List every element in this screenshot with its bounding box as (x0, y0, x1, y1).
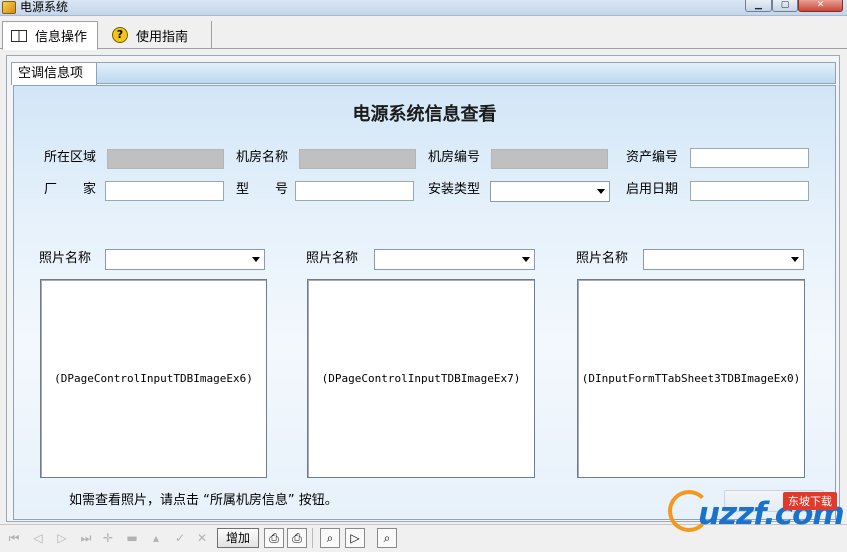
tab-label: 使用指南 (136, 29, 189, 45)
tab-label: 信息操作 (35, 30, 88, 45)
photo-name-select-3[interactable] (643, 249, 804, 270)
close-icon: ✕ (816, 0, 825, 10)
install-type-select[interactable] (490, 181, 610, 202)
post-record-icon[interactable]: ✓ (172, 531, 188, 545)
search-icon[interactable]: ⌕ (377, 528, 397, 548)
next-record-icon[interactable]: ▷ (54, 531, 70, 545)
close-button[interactable]: ✕ (798, 0, 843, 12)
preview-icon[interactable]: ⌕ (320, 528, 340, 548)
asset-number-label: 资产编号 (626, 150, 679, 165)
chevron-down-icon (791, 257, 799, 262)
room-number-field[interactable] (491, 149, 608, 169)
logo-badge: 东坡下载 (783, 492, 837, 510)
play-icon[interactable]: ▷ (345, 528, 365, 548)
photo-name-label-1: 照片名称 (39, 251, 92, 266)
title-bar: 电源系统 ▁ ▢ ✕ (0, 0, 847, 16)
tab-user-guide[interactable]: ? 使用指南 (104, 21, 212, 49)
start-date-field[interactable] (690, 181, 809, 201)
top-tab-bar: 信息操作 ? 使用指南 (0, 17, 847, 50)
photo-image-2[interactable]: (DPageControlInputTDBImageEx7) (307, 279, 535, 478)
photo-image-1[interactable]: (DPageControlInputTDBImageEx6) (40, 279, 267, 478)
tab-info-operation[interactable]: 信息操作 (2, 21, 98, 50)
photo-placeholder-3: (DInputFormTTabSheet3TDBImageEx0) (581, 372, 801, 385)
edit-record-icon[interactable]: ▴ (148, 531, 164, 545)
room-name-field[interactable] (299, 149, 416, 169)
first-record-icon[interactable]: ⏮ (6, 531, 22, 545)
book-icon (11, 29, 27, 42)
delete-record-icon[interactable]: ▬ (124, 531, 140, 545)
help-icon: ? (112, 27, 128, 43)
photo-name-label-2: 照片名称 (306, 251, 359, 266)
room-number-label: 机房编号 (428, 150, 481, 165)
room-name-label: 机房名称 (236, 150, 289, 165)
page-title: 电源系统信息查看 (352, 104, 497, 125)
tab-aircon-info[interactable]: 空调信息项 (11, 62, 97, 85)
toolbar-divider (312, 528, 313, 548)
tab-strip (97, 62, 836, 84)
add-button[interactable]: 增加 (217, 528, 259, 548)
chevron-down-icon (597, 189, 605, 194)
last-record-icon[interactable]: ⏭ (78, 531, 94, 545)
app-icon (2, 1, 16, 14)
photo-name-label-3: 照片名称 (576, 251, 629, 266)
chevron-down-icon (252, 257, 260, 262)
window-title: 电源系统 (20, 0, 69, 14)
info-panel: 电源系统信息查看 所在区域 机房名称 机房编号 资产编号 厂家 型号 安装类型 … (13, 85, 836, 520)
chevron-down-icon (522, 257, 530, 262)
manufacturer-field[interactable] (105, 181, 224, 201)
minimize-button[interactable]: ▁ (745, 0, 772, 12)
asset-number-field[interactable] (690, 148, 809, 168)
print-export-icon[interactable]: ⎙ (287, 528, 307, 548)
cancel-record-icon[interactable]: ✕ (194, 531, 210, 545)
prior-record-icon[interactable]: ◁ (30, 531, 46, 545)
photo-image-3[interactable]: (DInputFormTTabSheet3TDBImageEx0) (577, 279, 805, 478)
photo-name-select-2[interactable] (374, 249, 535, 270)
print-icon[interactable]: ⎙ (264, 528, 284, 548)
photo-placeholder-1: (DPageControlInputTDBImageEx6) (54, 372, 253, 385)
region-label: 所在区域 (44, 150, 97, 165)
maximize-button[interactable]: ▢ (772, 0, 798, 12)
photo-hint-text: 如需查看照片，请点击 “所属机房信息” 按钮。 (69, 493, 338, 508)
photo-name-select-1[interactable] (105, 249, 265, 270)
start-date-label: 启用日期 (626, 182, 679, 197)
minimize-icon: ▁ (755, 0, 762, 10)
install-type-label: 安装类型 (428, 182, 481, 197)
watermark-logo: uzzf.com 东坡下载 (668, 490, 845, 540)
maximize-icon: ▢ (780, 0, 790, 10)
model-field[interactable] (295, 181, 414, 201)
photo-placeholder-2: (DPageControlInputTDBImageEx7) (321, 372, 521, 385)
region-field[interactable] (107, 149, 224, 169)
insert-record-icon[interactable]: ✛ (100, 531, 116, 545)
